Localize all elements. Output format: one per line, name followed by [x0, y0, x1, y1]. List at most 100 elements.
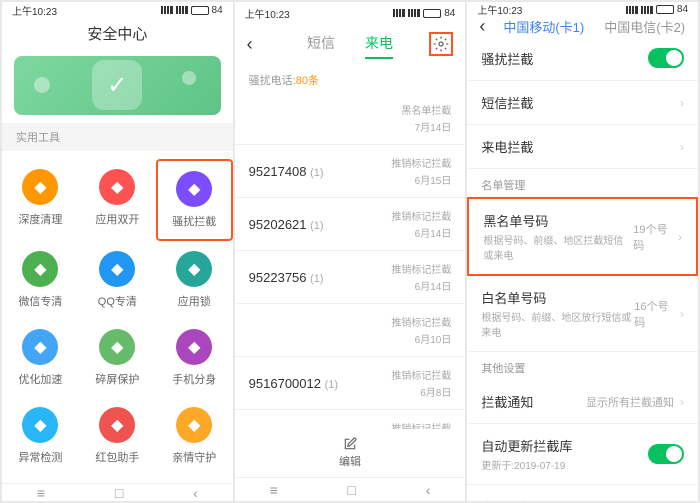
- wechat-shield-icon: ✓: [92, 60, 142, 110]
- toggle[interactable]: [648, 48, 684, 68]
- tool-亲情守护[interactable]: ◆ 亲情守护: [156, 397, 233, 475]
- row-title: 来电拦截: [481, 137, 533, 156]
- back-icon[interactable]: ‹: [247, 34, 253, 55]
- settings-group-1: 骚扰拦截短信拦截›来电拦截›: [467, 36, 698, 169]
- settings-group-3: 拦截通知显示所有拦截通知›自动更新拦截库更新于:2019-07-19立即更新›: [467, 380, 698, 501]
- edit-button[interactable]: 编辑: [235, 429, 466, 477]
- call-tag: 推销标记拦截: [391, 420, 451, 429]
- row-title: 黑名单号码: [483, 211, 633, 230]
- tool-骚扰拦截[interactable]: ◆骚扰拦截: [156, 159, 233, 241]
- tool-优化加速[interactable]: ◆优化加速: [2, 319, 79, 397]
- tool-label: 微信专清: [18, 293, 62, 309]
- tools-grid: ◆深度清理◆应用双开◆骚扰拦截◆微信专清◆QQ专清◆应用锁◆优化加速◆碎屏保护◆…: [2, 151, 233, 483]
- header: ‹ 短信 来电: [235, 24, 466, 64]
- tool-label: 异常检测: [18, 449, 62, 465]
- tool-icon: ◆: [176, 251, 212, 287]
- tool-icon: ◆: [99, 169, 135, 205]
- call-number: 95217408 (1): [249, 164, 324, 179]
- tool-异常检测[interactable]: ◆ 异常检测: [2, 397, 79, 475]
- setting-row[interactable]: 骚扰拦截: [467, 36, 698, 81]
- tab-calls[interactable]: 来电: [365, 29, 393, 59]
- setting-row[interactable]: 黑名单号码根据号码、前缀、地区拦截短信或来电19个号码›: [467, 197, 698, 276]
- setting-row[interactable]: 自动更新拦截库更新于:2019-07-19: [467, 424, 698, 485]
- tool-label: 应用双开: [95, 211, 139, 227]
- call-item[interactable]: 95217408 (1)推销标记拦截6月15日: [235, 145, 466, 198]
- setting-row[interactable]: 白名单号码根据号码、前缀、地区放行短信或来电16个号码›: [467, 276, 698, 352]
- call-date: 6月8日: [420, 384, 451, 399]
- tab-sim1[interactable]: 中国移动(卡1): [503, 17, 584, 36]
- page-title: 安全中心: [87, 23, 147, 44]
- tool-应用双开[interactable]: ◆ 应用双开: [79, 159, 156, 241]
- tool-label: 碎屏保护: [95, 371, 139, 387]
- call-item[interactable]: 95223756 (1)推销标记拦截6月14日: [235, 251, 466, 304]
- nav-bar: ≡ □ ‹: [2, 483, 233, 501]
- status-bar: 上午10:23 84: [235, 2, 466, 24]
- nav-home[interactable]: □: [348, 482, 356, 498]
- call-tag: 推销标记拦截: [391, 314, 451, 329]
- tool-微信专清[interactable]: ◆ 微信专清: [2, 241, 79, 319]
- tool-label: 亲情守护: [172, 449, 216, 465]
- tool-碎屏保护[interactable]: ◆ 碎屏保护: [79, 319, 156, 397]
- tool-label: 优化加速: [18, 371, 62, 387]
- setting-row[interactable]: 来电拦截›: [467, 125, 698, 169]
- nav-recent[interactable]: ≡: [270, 482, 278, 498]
- setting-row[interactable]: 立即更新›: [467, 485, 698, 501]
- chevron-right-icon: ›: [680, 395, 684, 409]
- section-label: 其他设置: [467, 352, 698, 380]
- tab-sim2[interactable]: 中国电信(卡2): [604, 17, 685, 36]
- settings-icon[interactable]: [429, 32, 453, 56]
- header: 安全中心: [2, 18, 233, 48]
- tab-sms[interactable]: 短信: [307, 29, 335, 59]
- call-item[interactable]: 黑名单拦截7月14日: [235, 92, 466, 145]
- tool-应用锁[interactable]: ◆ 应用锁: [156, 241, 233, 319]
- call-number: 95223756 (1): [249, 270, 324, 285]
- call-number: 95202621 (1): [249, 217, 324, 232]
- screen-settings: 上午10:23 84 ‹ 中国移动(卡1) 中国电信(卡2) 骚扰拦截短信拦截›…: [467, 2, 698, 501]
- nav-back[interactable]: ‹: [426, 482, 431, 498]
- banner[interactable]: ✓: [14, 56, 221, 115]
- tool-icon: ◆: [176, 329, 212, 365]
- tool-label: 骚扰拦截: [172, 213, 216, 229]
- tool-icon: ◆: [22, 251, 58, 287]
- row-title: 白名单号码: [481, 288, 634, 307]
- toggle[interactable]: [648, 444, 684, 464]
- call-item[interactable]: 9516700012 (1)推销标记拦截6月8日: [235, 357, 466, 410]
- call-item[interactable]: 95202621 (1)推销标记拦截6月14日: [235, 198, 466, 251]
- row-meta: 显示所有拦截通知›: [586, 394, 684, 410]
- back-icon[interactable]: ‹: [479, 16, 485, 37]
- call-tag: 推销标记拦截: [391, 367, 451, 382]
- call-list: 黑名单拦截7月14日95217408 (1)推销标记拦截6月15日9520262…: [235, 92, 466, 429]
- tool-icon: ◆: [99, 407, 135, 443]
- call-date: 6月15日: [415, 172, 452, 187]
- nav-recent[interactable]: ≡: [37, 485, 45, 501]
- tool-icon: ◆: [99, 329, 135, 365]
- tool-深度清理[interactable]: ◆深度清理: [2, 159, 79, 241]
- tool-icon: ◆: [22, 407, 58, 443]
- tool-label: 应用锁: [178, 293, 211, 309]
- row-title: 骚扰拦截: [481, 49, 533, 68]
- nav-back[interactable]: ‹: [193, 485, 198, 501]
- setting-row[interactable]: 拦截通知显示所有拦截通知›: [467, 380, 698, 424]
- call-item[interactable]: 推销标记拦截6月10日: [235, 304, 466, 357]
- tool-icon: ◆: [176, 407, 212, 443]
- tool-QQ专清[interactable]: ◆QQ专清: [79, 241, 156, 319]
- tool-label: 手机分身: [172, 371, 216, 387]
- header: ‹ 中国移动(卡1) 中国电信(卡2): [467, 17, 698, 36]
- tool-红包助手[interactable]: ◆ 红包助手: [79, 397, 156, 475]
- screen-security-center: 上午10:23 84 安全中心 ✓ 实用工具 ◆深度清理◆应用双开◆骚扰拦截◆微…: [2, 2, 233, 501]
- section-label: 名单管理: [467, 169, 698, 197]
- section-label: 实用工具: [2, 123, 233, 151]
- call-date: 6月14日: [415, 278, 452, 293]
- settings-group-2: 黑名单号码根据号码、前缀、地区拦截短信或来电19个号码›白名单号码根据号码、前缀…: [467, 197, 698, 352]
- edit-icon: [343, 437, 357, 451]
- call-tag: 黑名单拦截: [401, 102, 451, 117]
- chevron-right-icon: ›: [680, 307, 684, 321]
- call-item[interactable]: 推销标记拦截6月2日: [235, 410, 466, 429]
- tool-label: 红包助手: [95, 449, 139, 465]
- setting-row[interactable]: 短信拦截›: [467, 81, 698, 125]
- nav-home[interactable]: □: [115, 485, 123, 501]
- tool-手机分身[interactable]: ◆ 手机分身: [156, 319, 233, 397]
- row-subtitle: 根据号码、前缀、地区拦截短信或来电: [483, 232, 633, 262]
- row-title: 短信拦截: [481, 93, 533, 112]
- row-title: 自动更新拦截库: [481, 436, 572, 455]
